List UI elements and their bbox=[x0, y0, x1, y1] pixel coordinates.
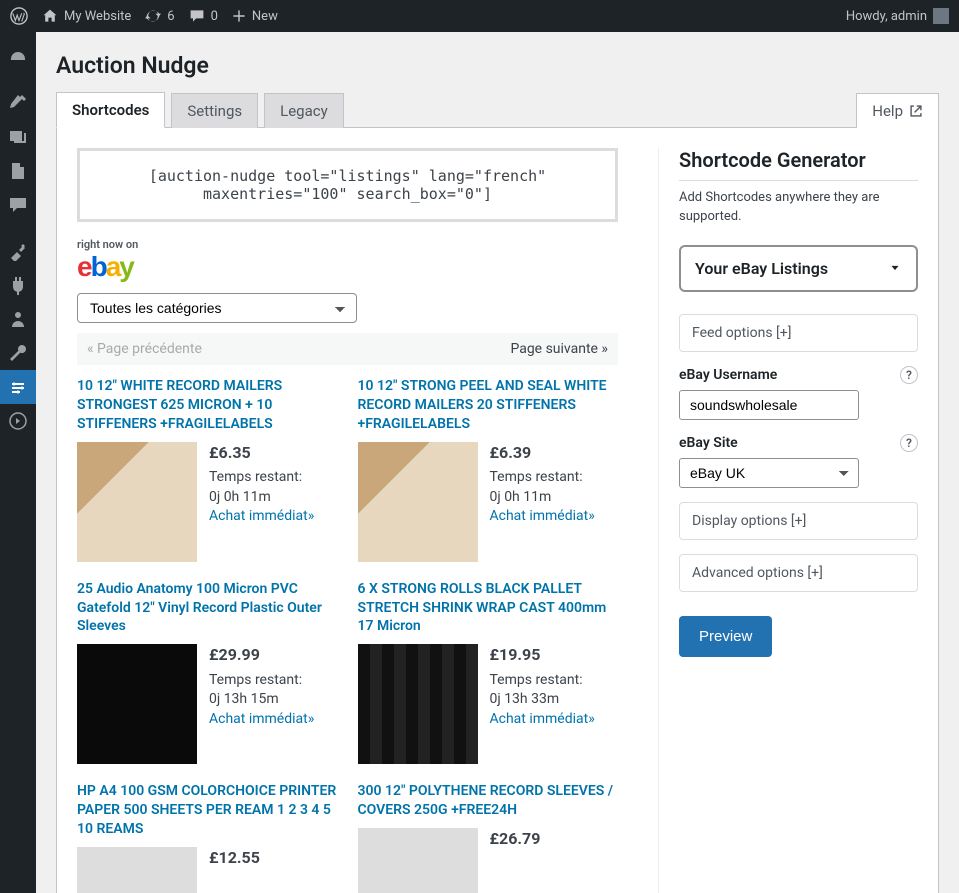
prev-page: « Page précédente bbox=[87, 341, 202, 357]
my-account-link[interactable]: Howdy, admin bbox=[846, 8, 949, 24]
menu-dashboard[interactable] bbox=[0, 40, 36, 74]
tool-select-label: Your eBay Listings bbox=[695, 259, 828, 278]
listing-title[interactable]: 10 12" WHITE RECORD MAILERS STRONGEST 62… bbox=[77, 377, 338, 434]
username-input[interactable] bbox=[679, 390, 859, 420]
listing-card: 6 X STRONG ROLLS BLACK PALLET STRETCH SH… bbox=[358, 580, 619, 765]
content-area: Auction Nudge Shortcodes Settings Legacy… bbox=[36, 32, 959, 893]
avatar bbox=[933, 8, 949, 24]
listing-time-value: 0j 0h 11m bbox=[490, 488, 595, 508]
listing-thumbnail[interactable] bbox=[358, 442, 478, 562]
new-content-link[interactable]: New bbox=[232, 9, 278, 24]
listing-price: £19.95 bbox=[490, 644, 595, 666]
display-options-toggle[interactable]: Display options [+] bbox=[679, 502, 918, 540]
menu-comments[interactable] bbox=[0, 188, 36, 222]
listing-title[interactable]: HP A4 100 GSM COLORCHOICE PRINTER PAPER … bbox=[77, 782, 338, 839]
updates-link[interactable]: 6 bbox=[145, 8, 174, 24]
listing-card: 10 12" WHITE RECORD MAILERS STRONGEST 62… bbox=[77, 377, 338, 562]
listing-title[interactable]: 300 12" POLYTHENE RECORD SLEEVES / COVER… bbox=[358, 782, 619, 820]
menu-tools[interactable] bbox=[0, 336, 36, 370]
updates-count: 6 bbox=[167, 9, 174, 24]
external-link-icon bbox=[909, 104, 923, 118]
site-select[interactable]: eBay UK bbox=[679, 458, 859, 488]
listing-price: £12.55 bbox=[209, 847, 260, 869]
site-name: My Website bbox=[64, 9, 131, 24]
listing-price: £29.99 bbox=[209, 644, 314, 666]
tab-shortcodes[interactable]: Shortcodes bbox=[56, 92, 165, 128]
listing-title[interactable]: 25 Audio Anatomy 100 Micron PVC Gatefold… bbox=[77, 580, 338, 637]
chevron-down-icon bbox=[888, 261, 902, 275]
listing-buy-link[interactable]: Achat immédiat» bbox=[209, 507, 314, 527]
panel-left: [auction-nudge tool="listings" lang="fre… bbox=[57, 148, 638, 893]
listing-time-value: 0j 13h 33m bbox=[490, 690, 595, 710]
generator-desc: Add Shortcodes anywhere they are support… bbox=[679, 189, 918, 227]
comments-link[interactable]: 0 bbox=[189, 8, 218, 24]
listing-thumbnail[interactable] bbox=[358, 828, 478, 893]
site-name-link[interactable]: My Website bbox=[42, 8, 131, 24]
shortcode-display[interactable]: [auction-nudge tool="listings" lang="fre… bbox=[77, 148, 618, 222]
listing-buy-link[interactable]: Achat immédiat» bbox=[490, 507, 595, 527]
listing-card: 300 12" POLYTHENE RECORD SLEEVES / COVER… bbox=[358, 782, 619, 893]
pagination: « Page précédente Page suivante » bbox=[77, 333, 618, 365]
listing-card: 25 Audio Anatomy 100 Micron PVC Gatefold… bbox=[77, 580, 338, 765]
listing-time-value: 0j 0h 11m bbox=[209, 488, 314, 508]
site-label: eBay Site bbox=[679, 435, 738, 451]
username-help-icon[interactable]: ? bbox=[900, 366, 918, 384]
new-label: New bbox=[252, 9, 278, 24]
username-label: eBay Username bbox=[679, 367, 777, 383]
listing-thumbnail[interactable] bbox=[358, 644, 478, 764]
listing-title[interactable]: 6 X STRONG ROLLS BLACK PALLET STRETCH SH… bbox=[358, 580, 619, 637]
admin-bar: My Website 6 0 New Howdy, admin bbox=[0, 0, 959, 32]
listing-price: £6.39 bbox=[490, 442, 595, 464]
menu-settings[interactable] bbox=[0, 370, 36, 404]
page-title: Auction Nudge bbox=[56, 32, 939, 91]
site-help-icon[interactable]: ? bbox=[900, 434, 918, 452]
help-label: Help bbox=[872, 102, 903, 120]
ebay-logo: ebay bbox=[77, 251, 618, 283]
listing-time-label: Temps restant: bbox=[490, 671, 595, 691]
tab-legacy[interactable]: Legacy bbox=[264, 93, 344, 128]
comments-count: 0 bbox=[211, 9, 218, 24]
listing-time-label: Temps restant: bbox=[490, 468, 595, 488]
listing-price: £6.35 bbox=[209, 442, 314, 464]
tab-settings[interactable]: Settings bbox=[171, 93, 258, 128]
generator-title: Shortcode Generator bbox=[679, 148, 918, 181]
listing-thumbnail[interactable] bbox=[77, 644, 197, 764]
listing-title[interactable]: 10 12" STRONG PEEL AND SEAL WHITE RECORD… bbox=[358, 377, 619, 434]
ebay-badge: right now on ebay bbox=[77, 238, 618, 283]
listing-time-label: Temps restant: bbox=[209, 468, 314, 488]
ebay-rightnow-label: right now on bbox=[77, 238, 618, 251]
admin-menu bbox=[0, 32, 36, 893]
wp-logo[interactable] bbox=[10, 7, 28, 25]
preview-button[interactable]: Preview bbox=[679, 616, 772, 657]
tab-help[interactable]: Help bbox=[856, 93, 939, 128]
tool-select[interactable]: Your eBay Listings bbox=[679, 245, 918, 292]
advanced-options-toggle[interactable]: Advanced options [+] bbox=[679, 554, 918, 592]
menu-media[interactable] bbox=[0, 120, 36, 154]
menu-plugins[interactable] bbox=[0, 268, 36, 302]
howdy-text: Howdy, admin bbox=[846, 9, 927, 24]
next-page[interactable]: Page suivante » bbox=[510, 341, 608, 357]
menu-posts[interactable] bbox=[0, 86, 36, 120]
menu-collapse[interactable] bbox=[0, 404, 36, 438]
category-select[interactable]: Toutes les catégories bbox=[77, 293, 357, 323]
listing-buy-link[interactable]: Achat immédiat» bbox=[209, 710, 314, 730]
feed-options-toggle[interactable]: Feed options [+] bbox=[679, 314, 918, 352]
listing-buy-link[interactable]: Achat immédiat» bbox=[490, 710, 595, 730]
listing-card: HP A4 100 GSM COLORCHOICE PRINTER PAPER … bbox=[77, 782, 338, 893]
listing-thumbnail[interactable] bbox=[77, 442, 197, 562]
listing-thumbnail[interactable] bbox=[77, 847, 197, 893]
menu-users[interactable] bbox=[0, 302, 36, 336]
listing-card: 10 12" STRONG PEEL AND SEAL WHITE RECORD… bbox=[358, 377, 619, 562]
menu-appearance[interactable] bbox=[0, 234, 36, 268]
listing-time-value: 0j 13h 15m bbox=[209, 690, 314, 710]
listing-time-label: Temps restant: bbox=[209, 671, 314, 691]
menu-pages[interactable] bbox=[0, 154, 36, 188]
listing-price: £26.79 bbox=[490, 828, 541, 850]
tab-bar: Shortcodes Settings Legacy Help bbox=[56, 91, 939, 128]
shortcode-generator-panel: Shortcode Generator Add Shortcodes anywh… bbox=[658, 148, 938, 893]
